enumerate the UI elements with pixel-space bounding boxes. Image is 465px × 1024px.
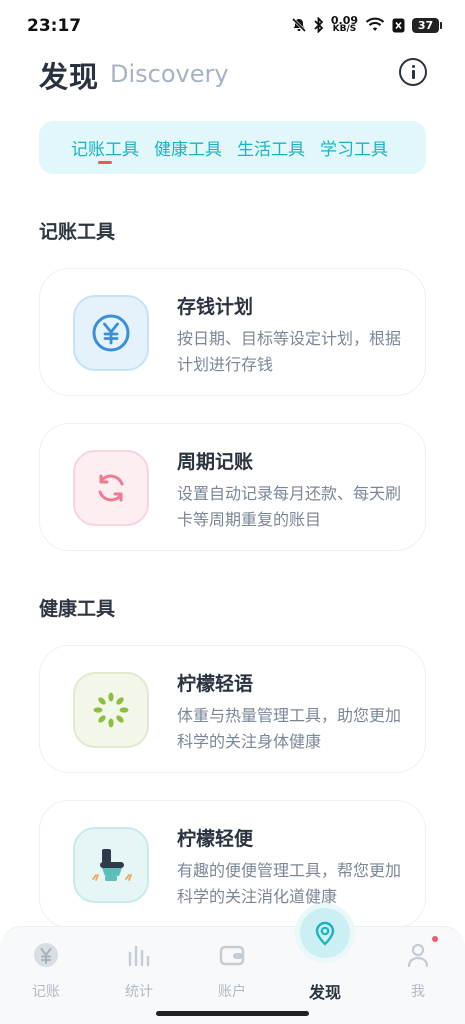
card-description: 体重与热量管理工具，助您更加科学的关注身体健康 (177, 706, 402, 751)
card-description: 设置自动记录每月还款、每天刷卡等周期重复的账目 (177, 484, 402, 529)
bottom-nav: 记账 统计 账户 发现 我 (0, 926, 465, 1024)
category-tabs: 记账工具 健康工具 生活工具 学习工具 (39, 121, 426, 174)
bluetooth-icon (314, 17, 324, 33)
card-savings-plan[interactable]: 存钱计划 按日期、目标等设定计划，根据计划进行存钱 (39, 268, 426, 396)
page-subtitle: Discovery (110, 60, 229, 88)
nav-label: 发现 (308, 983, 341, 1002)
nav-label: 我 (411, 984, 425, 1000)
spinner-leaf-icon (73, 672, 149, 748)
tab-health-tools[interactable]: 健康工具 (154, 135, 222, 160)
nav-label: 记账 (32, 984, 60, 1000)
card-title: 柠檬轻语 (177, 673, 254, 695)
nav-label: 账户 (218, 984, 246, 1000)
home-indicator[interactable] (156, 1011, 309, 1016)
bar-chart-icon (128, 945, 150, 967)
yen-coin-icon (73, 295, 149, 371)
nav-label: 统计 (125, 984, 153, 1000)
wallet-icon (219, 945, 245, 966)
refresh-icon (73, 450, 149, 526)
tab-bookkeeping-tools[interactable]: 记账工具 (71, 135, 139, 164)
status-bar: 23:17 0.09 KB/S 37 (0, 0, 465, 52)
tab-study-tools[interactable]: 学习工具 (320, 135, 388, 160)
card-lemon-whisper[interactable]: 柠檬轻语 体重与热量管理工具，助您更加科学的关注身体健康 (39, 645, 426, 773)
mute-bell-icon (291, 17, 306, 33)
nav-discovery-fab[interactable] (300, 908, 350, 958)
notification-dot (432, 936, 438, 942)
card-lemon-easy[interactable]: 柠檬轻便 有趣的便便管理工具，帮您更加科学的关注消化道健康 (39, 800, 426, 928)
battery-indicator: 37 (412, 17, 442, 33)
card-recurring-bookkeeping[interactable]: 周期记账 设置自动记录每月还款、每天刷卡等周期重复的账目 (39, 423, 426, 551)
location-pin-icon (315, 921, 335, 946)
page-title: 发现 (39, 60, 100, 94)
status-icons: 0.09 KB/S 37 (291, 14, 442, 34)
card-title: 柠檬轻便 (177, 828, 254, 850)
card-title: 存钱计划 (177, 296, 254, 318)
toilet-icon (73, 827, 149, 903)
section-title-bookkeeping: 记账工具 (39, 221, 116, 243)
section-title-health: 健康工具 (39, 598, 116, 620)
net-speed: 0.09 KB/S (330, 14, 358, 34)
wifi-icon (365, 17, 385, 31)
card-description: 按日期、目标等设定计划，根据计划进行存钱 (177, 329, 402, 374)
card-description: 有趣的便便管理工具，帮您更加科学的关注消化道健康 (177, 861, 402, 906)
person-icon (407, 943, 429, 968)
tab-life-tools[interactable]: 生活工具 (237, 135, 305, 160)
sim-x-icon (392, 18, 405, 32)
card-title: 周期记账 (177, 451, 254, 473)
status-time: 23:17 (27, 16, 82, 36)
info-icon[interactable] (399, 58, 427, 86)
yen-icon (34, 943, 58, 967)
